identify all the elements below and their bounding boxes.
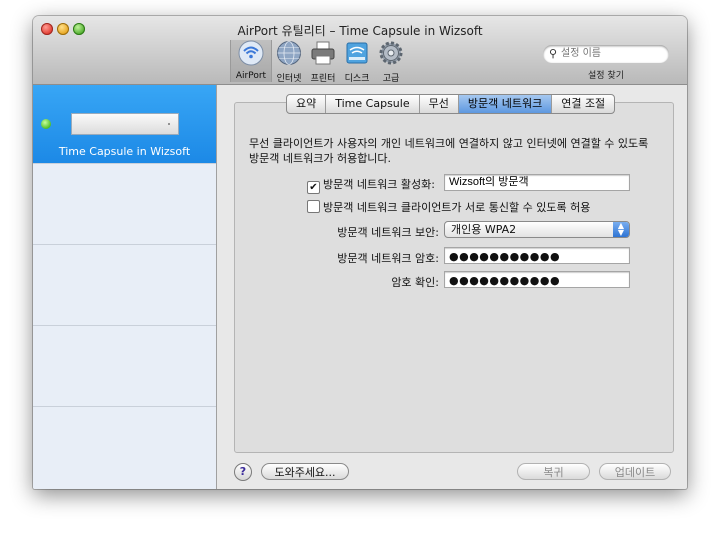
time-capsule-icon — [71, 113, 179, 135]
enable-guest-network-row: ✔ 방문객 네트워크 활성화: — [307, 176, 435, 194]
allow-client-communication-label: 방문객 네트워크 클라이언트가 서로 통신할 수 있도록 허용 — [323, 201, 591, 214]
settings-search-field[interactable]: ⚲ — [543, 45, 669, 63]
empty-device-slot — [33, 163, 216, 244]
update-button[interactable]: 업데이트 — [599, 463, 671, 480]
enable-guest-network-checkbox[interactable]: ✔ — [307, 181, 320, 194]
toolbar-advanced[interactable]: 고급 — [371, 40, 411, 84]
search-label: 설정 찾기 — [588, 71, 624, 81]
password-label: 방문객 네트워크 암호: — [337, 252, 439, 265]
guest-network-name-field[interactable] — [444, 174, 630, 191]
panel-description: 무선 클라이언트가 사용자의 개인 네트워크에 연결하지 않고 인터넷에 연결할… — [249, 137, 649, 165]
device-name: Time Capsule in Wizsoft — [58, 145, 191, 158]
popup-arrows-icon: ▲ ▼ — [613, 222, 629, 237]
tab-wireless[interactable]: 무선 — [420, 95, 459, 113]
empty-device-slot — [33, 244, 216, 325]
printer-icon — [311, 41, 335, 65]
security-value: 개인용 WPA2 — [451, 223, 517, 236]
search-input[interactable] — [561, 46, 661, 61]
tab-access-control[interactable]: 연결 조절 — [552, 95, 614, 113]
help-button[interactable]: ? — [234, 463, 252, 481]
confirm-password-field[interactable]: ●●●●●●●●●●● — [444, 271, 630, 288]
gear-icon — [379, 41, 403, 65]
security-popup[interactable]: 개인용 WPA2 ▲ ▼ — [444, 221, 630, 238]
internet-globe-icon — [277, 41, 301, 65]
allow-client-communication-row: 방문객 네트워크 클라이언트가 서로 통신할 수 있도록 허용 — [307, 199, 590, 215]
title-bar: AirPort 유틸리티 – Time Capsule in Wizsoft A… — [33, 16, 687, 85]
tab-time-capsule[interactable]: Time Capsule — [326, 95, 420, 113]
password-field[interactable]: ●●●●●●●●●●● — [444, 247, 630, 264]
tab-guest-network[interactable]: 방문객 네트워크 — [458, 95, 553, 113]
status-led-icon — [41, 119, 51, 129]
toolbar-label: AirPort — [235, 71, 267, 81]
tab-summary[interactable]: 요약 — [287, 95, 327, 113]
toolbar-label: 고급 — [382, 74, 400, 84]
settings-tab-bar: 요약 Time Capsule 무선 방문객 네트워크 연결 조절 — [286, 94, 616, 114]
guest-network-panel: 무선 클라이언트가 사용자의 개인 네트워크에 연결하지 않고 인터넷에 연결할… — [234, 102, 674, 453]
device-sidebar: Time Capsule in Wizsoft — [33, 85, 217, 489]
empty-device-slot — [33, 406, 216, 487]
revert-button[interactable]: 복귀 — [517, 463, 590, 480]
empty-device-slot — [33, 325, 216, 406]
enable-guest-network-label: 방문객 네트워크 활성화: — [323, 178, 435, 191]
assistant-button[interactable]: 도와주세요... — [261, 463, 349, 480]
disk-icon — [346, 42, 368, 64]
airport-icon — [238, 40, 264, 66]
allow-client-communication-checkbox[interactable] — [307, 200, 320, 213]
confirm-password-label: 암호 확인: — [391, 276, 439, 289]
window-title: AirPort 유틸리티 – Time Capsule in Wizsoft — [237, 24, 483, 38]
device-list-item[interactable]: Time Capsule in Wizsoft — [33, 85, 216, 163]
airport-utility-window: AirPort 유틸리티 – Time Capsule in Wizsoft A… — [33, 16, 687, 489]
search-icon: ⚲ — [549, 47, 558, 60]
security-label: 방문객 네트워크 보안: — [337, 226, 439, 239]
toolbar-airport[interactable]: AirPort — [230, 40, 272, 82]
